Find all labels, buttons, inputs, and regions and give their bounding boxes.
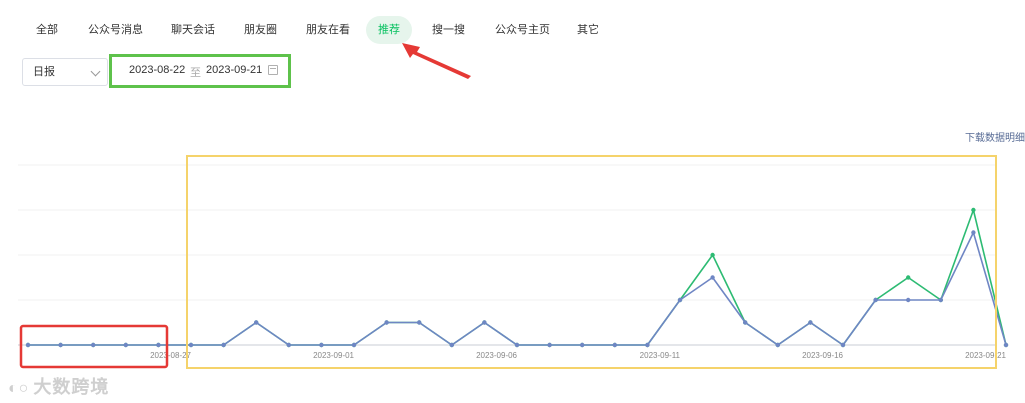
data-point[interactable] xyxy=(743,320,748,325)
chart-series xyxy=(25,207,1009,348)
data-point[interactable] xyxy=(906,297,911,303)
x-tick-label: 2023-08-27 xyxy=(150,351,191,360)
data-point[interactable] xyxy=(710,275,715,280)
x-tick-label: 2023-09-01 xyxy=(313,351,354,360)
data-point[interactable] xyxy=(91,342,96,348)
data-point[interactable] xyxy=(580,342,585,348)
data-point[interactable] xyxy=(482,320,487,325)
data-point[interactable] xyxy=(775,342,780,348)
x-tick-label: 2023-09-16 xyxy=(802,351,843,360)
data-point[interactable] xyxy=(938,297,943,303)
watermark-text: 大数跨境 xyxy=(33,377,110,397)
highlight-box-yellow-active-period xyxy=(186,155,997,369)
data-point[interactable] xyxy=(221,342,226,348)
data-point[interactable] xyxy=(319,342,324,348)
data-point[interactable] xyxy=(612,342,617,348)
data-point[interactable] xyxy=(254,320,259,325)
data-point[interactable] xyxy=(971,230,976,235)
data-point[interactable] xyxy=(873,297,878,303)
data-point[interactable] xyxy=(188,342,194,348)
data-point[interactable] xyxy=(514,342,520,348)
x-axis-ticks: 2023-08-27 2023-09-01 2023-09-06 2023-09-11… xyxy=(150,351,1006,360)
pointer-arrow-icon xyxy=(402,43,471,79)
data-point[interactable] xyxy=(710,252,715,258)
highlight-box-green-date-range xyxy=(109,54,291,88)
data-point[interactable] xyxy=(677,297,683,303)
data-point[interactable] xyxy=(1003,342,1009,348)
data-point[interactable] xyxy=(645,342,650,348)
data-point[interactable] xyxy=(351,342,357,348)
data-point[interactable] xyxy=(449,342,454,348)
trend-chart: 2023-08-27 2023-09-01 2023-09-06 2023-09-11… xyxy=(18,43,1009,369)
x-tick-label: 2023-09-11 xyxy=(640,351,681,360)
data-point[interactable] xyxy=(971,207,976,213)
data-point[interactable] xyxy=(906,275,911,280)
watermark-logo-icon: ◐○ xyxy=(8,380,30,397)
data-point[interactable] xyxy=(384,320,389,325)
data-point[interactable] xyxy=(840,342,846,348)
series-line-0 xyxy=(28,231,1007,346)
data-point[interactable] xyxy=(156,342,161,348)
watermark: ◐○ 大数跨境 xyxy=(8,373,109,399)
x-tick-label: 2023-09-06 xyxy=(476,351,517,360)
data-point[interactable] xyxy=(547,342,552,348)
data-point[interactable] xyxy=(58,342,63,348)
data-point[interactable] xyxy=(808,320,813,325)
data-point[interactable] xyxy=(286,342,291,348)
series-line-1 xyxy=(28,209,1007,346)
annotation-layer xyxy=(19,43,997,369)
data-point[interactable] xyxy=(123,342,128,348)
chart-grid xyxy=(18,164,996,346)
data-point[interactable] xyxy=(417,320,422,325)
x-tick-label: 2023-09-21 xyxy=(965,351,1006,360)
data-point[interactable] xyxy=(25,342,31,348)
